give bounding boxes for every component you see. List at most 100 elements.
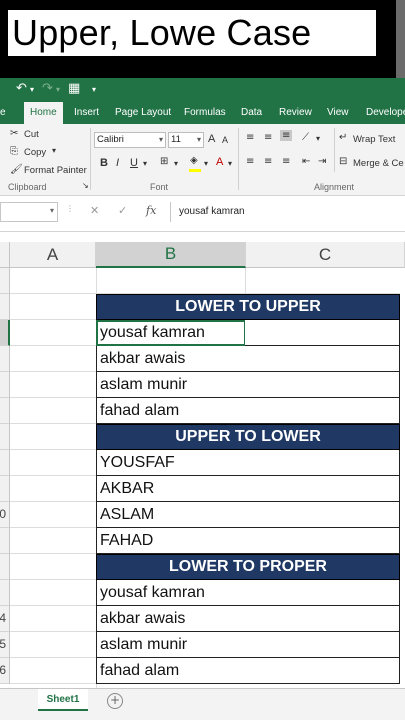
font-size-select[interactable]: 11 ▾ (168, 132, 204, 148)
table-cell[interactable]: ASLAM (96, 502, 246, 528)
table-cell-empty[interactable] (245, 632, 400, 658)
orientation-dropdown-icon[interactable]: ▾ (316, 134, 320, 143)
borders-icon[interactable]: ⊞ (160, 156, 168, 167)
tab-formulas[interactable]: Formulas (184, 102, 226, 124)
increase-indent-icon[interactable]: ⇥ (318, 156, 326, 167)
table-cell-empty[interactable] (245, 476, 400, 502)
select-all-corner[interactable] (0, 242, 10, 268)
row-header[interactable] (0, 476, 10, 502)
copy-dropdown-icon[interactable]: ▾ (52, 146, 56, 155)
tab-file[interactable]: e (0, 102, 6, 124)
tab-view[interactable]: View (327, 102, 349, 124)
table-cell-empty[interactable] (245, 346, 400, 372)
table-cell-empty[interactable] (245, 658, 400, 684)
row-header[interactable] (0, 554, 10, 580)
customize-qat-icon[interactable]: ▾ (92, 85, 96, 94)
wrap-text-button[interactable]: Wrap Text (353, 134, 395, 145)
row-header[interactable] (0, 580, 10, 606)
table-cell-empty[interactable] (245, 398, 400, 424)
column-header-c[interactable]: C (246, 242, 405, 268)
underline-dropdown-icon[interactable]: ▾ (143, 159, 147, 168)
row-header[interactable] (0, 398, 10, 424)
table-cell[interactable]: fahad alam (96, 658, 246, 684)
tab-home[interactable]: Home (24, 102, 63, 124)
table-cell[interactable]: akbar awais (96, 346, 246, 372)
row-header[interactable]: 5 (0, 632, 10, 658)
row-header[interactable] (0, 528, 10, 554)
row-header[interactable] (0, 450, 10, 476)
row-header[interactable] (0, 294, 10, 320)
section-header-lower-to-proper[interactable]: LOWER TO PROPER (96, 554, 400, 580)
table-cell[interactable]: AKBAR (96, 476, 246, 502)
borders-dropdown-icon[interactable]: ▾ (174, 159, 178, 168)
table-cell-empty[interactable] (245, 450, 400, 476)
column-header-b[interactable]: B (96, 242, 246, 268)
undo-icon[interactable]: ↶ (16, 81, 27, 96)
section-header-lower-to-upper[interactable]: LOWER TO UPPER (96, 294, 400, 320)
bold-button[interactable]: B (100, 157, 108, 169)
cancel-icon[interactable]: ✕ (90, 204, 99, 217)
row-header[interactable]: 4 (0, 606, 10, 632)
italic-button[interactable]: I (116, 157, 119, 169)
table-cell-empty[interactable] (245, 320, 400, 346)
redo-icon[interactable]: ↷ (42, 81, 53, 96)
redo-dropdown-icon[interactable]: ▾ (56, 85, 60, 94)
tab-data[interactable]: Data (241, 102, 262, 124)
undo-dropdown-icon[interactable]: ▾ (30, 85, 34, 94)
font-color-button[interactable]: A (216, 156, 223, 168)
align-middle-icon[interactable]: ≡ (264, 132, 272, 143)
table-cell-empty[interactable] (245, 372, 400, 398)
align-bottom-icon[interactable]: ≡ (280, 130, 293, 141)
row-header[interactable]: 0 (0, 502, 10, 528)
row-header[interactable]: 6 (0, 658, 10, 684)
font-name-select[interactable]: Calibri ▾ (94, 132, 166, 148)
table-cell[interactable]: yousaf kamran (96, 580, 246, 606)
table-cell[interactable]: aslam munir (96, 372, 246, 398)
fill-color-icon[interactable]: ◈ (190, 155, 198, 166)
merge-center-button[interactable]: Merge & Ce (353, 158, 404, 169)
insert-function-button[interactable]: fx (146, 204, 156, 217)
shrink-font-button[interactable]: A (222, 135, 228, 145)
enter-icon[interactable]: ✓ (118, 204, 127, 217)
orientation-icon[interactable]: ⟋ (302, 132, 309, 143)
decrease-indent-icon[interactable]: ⇤ (302, 156, 310, 167)
align-center-icon[interactable]: ≡ (264, 156, 272, 167)
align-left-icon[interactable]: ≡ (246, 156, 254, 167)
tab-review[interactable]: Review (279, 102, 312, 124)
form-icon[interactable]: ▦ (68, 81, 80, 96)
align-right-icon[interactable]: ≡ (282, 156, 290, 167)
row-header[interactable] (0, 268, 10, 294)
table-cell-empty[interactable] (245, 528, 400, 554)
grow-font-button[interactable]: A (208, 133, 215, 145)
column-header-a[interactable]: A (10, 242, 96, 268)
table-cell-empty[interactable] (245, 502, 400, 528)
row-header[interactable] (0, 320, 10, 346)
table-cell-empty[interactable] (245, 580, 400, 606)
fill-dropdown-icon[interactable]: ▾ (204, 159, 208, 168)
table-cell[interactable]: aslam munir (96, 632, 246, 658)
table-cell[interactable]: YOUSFAF (96, 450, 246, 476)
tab-developer[interactable]: Develope (366, 102, 405, 124)
name-box[interactable]: ▾ (0, 202, 58, 222)
tab-page-layout[interactable]: Page Layout (115, 102, 171, 124)
row-header[interactable] (0, 424, 10, 450)
clipboard-launcher-icon[interactable]: ↘ (82, 181, 89, 190)
table-cell[interactable]: yousaf kamran (96, 320, 246, 346)
table-cell[interactable]: akbar awais (96, 606, 246, 632)
table-cell[interactable]: fahad alam (96, 398, 246, 424)
add-sheet-icon[interactable]: + (107, 693, 123, 709)
format-painter-button[interactable]: Format Painter (24, 165, 87, 176)
underline-button[interactable]: U (130, 157, 138, 169)
row-header[interactable] (0, 346, 10, 372)
table-cell[interactable]: FAHAD (96, 528, 246, 554)
table-cell-empty[interactable] (245, 606, 400, 632)
copy-button[interactable]: Copy (24, 147, 46, 158)
sheet-tab-sheet1[interactable]: Sheet1 (38, 689, 88, 711)
formula-input[interactable]: yousaf kamran (170, 202, 405, 222)
align-top-icon[interactable]: ≡ (246, 132, 254, 143)
row-header[interactable] (0, 372, 10, 398)
cut-button[interactable]: Cut (24, 129, 39, 140)
tab-insert[interactable]: Insert (74, 102, 99, 124)
section-header-upper-to-lower[interactable]: UPPER TO LOWER (96, 424, 400, 450)
font-color-dropdown-icon[interactable]: ▾ (228, 159, 232, 168)
